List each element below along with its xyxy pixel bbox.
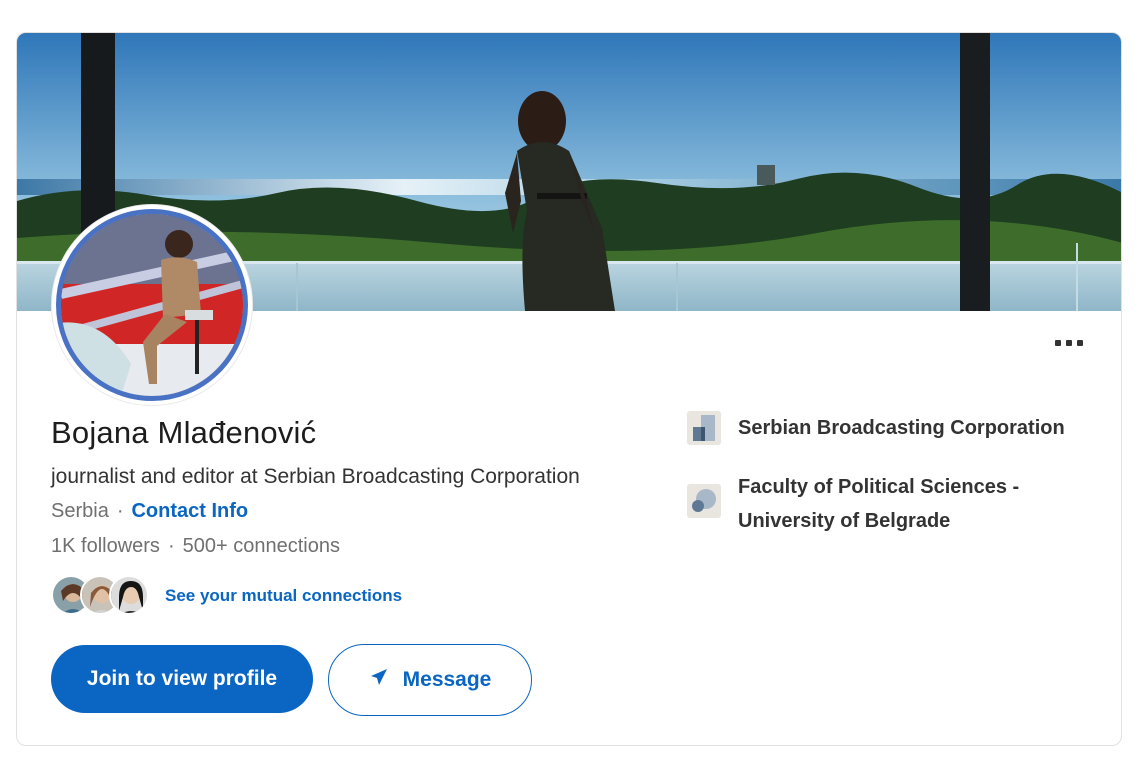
profile-card: Bojana Mlađenović journalist and editor … — [16, 32, 1122, 746]
company-logo-icon — [687, 411, 721, 445]
profile-headline: journalist and editor at Serbian Broadca… — [51, 465, 580, 488]
send-icon — [369, 667, 389, 693]
more-options-button[interactable] — [1049, 329, 1089, 357]
more-dot-icon — [1055, 340, 1061, 346]
separator: · — [167, 535, 175, 557]
experience-company-label: Serbian Broadcasting Corporation — [738, 417, 1065, 439]
mutual-connections[interactable]: See your mutual connections — [51, 573, 402, 619]
experience-school-label: Faculty of Political Sciences - Universi… — [738, 476, 1020, 532]
separator: · — [116, 500, 124, 522]
connections-count: 500+ connections — [182, 535, 340, 557]
mutual-avatar — [109, 575, 149, 615]
school-logo-icon — [687, 484, 721, 518]
more-dot-icon — [1066, 340, 1072, 346]
experience-item-company[interactable]: Serbian Broadcasting Corporation — [687, 411, 1098, 445]
join-to-view-profile-button[interactable]: Join to view profile — [51, 645, 313, 713]
mutual-connections-link[interactable]: See your mutual connections — [165, 586, 402, 606]
location-text: Serbia — [51, 500, 109, 522]
profile-name: Bojana Mlađenović — [51, 415, 317, 450]
avatar-photo — [56, 209, 248, 401]
message-button[interactable]: Message — [328, 644, 532, 716]
stats-row: 1K followers · 500+ connections — [51, 535, 340, 558]
more-dot-icon — [1077, 340, 1083, 346]
mutual-avatars — [51, 573, 155, 619]
message-label: Message — [402, 668, 492, 691]
location-row: Serbia · Contact Info — [51, 500, 248, 523]
profile-avatar[interactable] — [52, 205, 252, 405]
followers-count: 1K followers — [51, 535, 160, 557]
experience-item-school[interactable]: Faculty of Political Sciences - Universi… — [687, 470, 1098, 538]
contact-info-link[interactable]: Contact Info — [131, 500, 248, 522]
